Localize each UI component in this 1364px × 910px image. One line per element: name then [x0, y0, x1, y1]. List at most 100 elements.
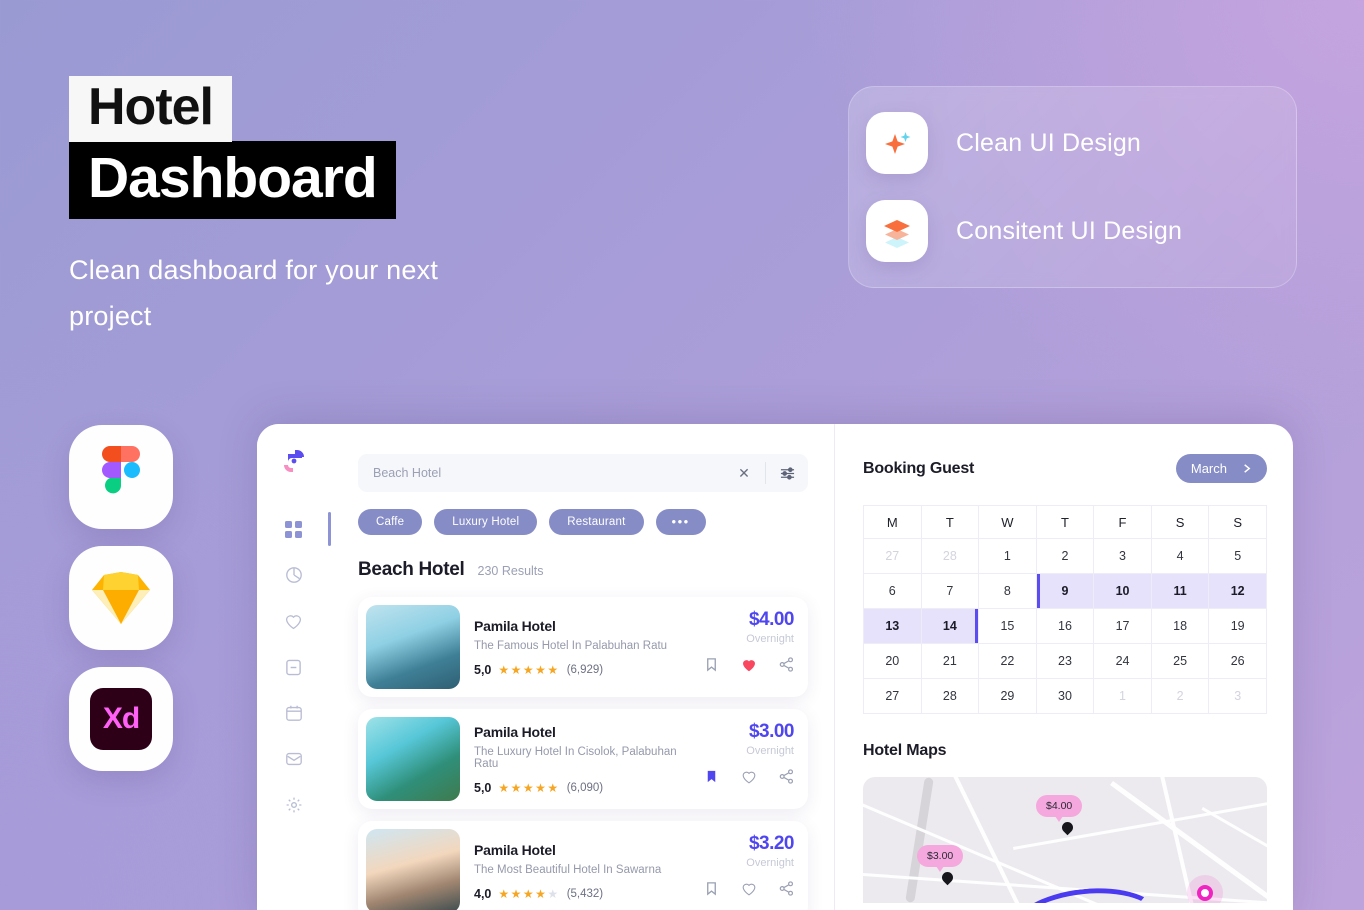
- favorite-icon[interactable]: [741, 881, 757, 897]
- sliders-icon[interactable]: [774, 466, 800, 481]
- hotel-price-block: $3.20 Overnight: [704, 829, 795, 897]
- hotel-thumbnail: [366, 717, 460, 801]
- hotel-rating: 5,0: [474, 780, 492, 795]
- chip-more-button[interactable]: •••: [655, 509, 706, 535]
- hotel-rating-row: 4,0 ★★★★★ (5,432): [474, 887, 690, 901]
- search-bar[interactable]: Beach Hotel ✕: [358, 454, 808, 492]
- month-label: March: [1190, 461, 1227, 476]
- calendar-day-selected[interactable]: 9: [1035, 573, 1095, 609]
- chip-luxury-hotel[interactable]: Luxury Hotel: [434, 509, 538, 535]
- figma-logo: [69, 425, 173, 529]
- bookmark-icon[interactable]: [704, 657, 719, 673]
- calendar-day[interactable]: 15: [978, 608, 1037, 644]
- hotel-info: Pamila Hotel The Most Beautiful Hotel In…: [474, 842, 690, 901]
- calendar-day[interactable]: 25: [1150, 643, 1210, 679]
- bookmark-icon[interactable]: [704, 769, 719, 785]
- sidebar-item-favorites[interactable]: [272, 604, 316, 638]
- calendar-day[interactable]: 1: [1093, 678, 1152, 714]
- hotel-card[interactable]: Pamila Hotel The Most Beautiful Hotel In…: [358, 821, 808, 910]
- calendar-day[interactable]: 20: [863, 643, 922, 679]
- calendar-day[interactable]: 1: [978, 538, 1037, 574]
- calendar-weekday: T: [1035, 505, 1095, 539]
- calendar-day[interactable]: 19: [1208, 608, 1267, 644]
- calendar-day-selected[interactable]: 10: [1093, 573, 1152, 609]
- calendar-day[interactable]: 2: [1035, 538, 1095, 574]
- share-icon[interactable]: [779, 657, 794, 673]
- hotel-thumbnail: [366, 605, 460, 689]
- calendar-day[interactable]: 2: [1150, 678, 1210, 714]
- calendar-day-selected[interactable]: 11: [1150, 573, 1210, 609]
- hotel-map[interactable]: $4.00 $3.00: [863, 777, 1267, 903]
- calendar-day[interactable]: 30: [1035, 678, 1095, 714]
- calendar-day-selected[interactable]: 12: [1208, 573, 1267, 609]
- calendar-day-selected[interactable]: 13: [863, 608, 922, 644]
- share-icon[interactable]: [779, 881, 794, 897]
- hotel-card[interactable]: Pamila Hotel The Luxury Hotel In Cisolok…: [358, 709, 808, 809]
- dashboard-window: Beach Hotel ✕ Caffe Luxury Hotel Restaur…: [257, 424, 1293, 910]
- month-selector-button[interactable]: March: [1175, 454, 1267, 483]
- map-pin-icon[interactable]: [939, 869, 956, 886]
- hotel-rating: 5,0: [474, 662, 492, 677]
- calendar-day[interactable]: 8: [978, 573, 1037, 609]
- share-icon[interactable]: [779, 769, 794, 785]
- app-logo[interactable]: [279, 446, 309, 476]
- calendar-day[interactable]: 4: [1150, 538, 1210, 574]
- calendar-day[interactable]: 18: [1150, 608, 1210, 644]
- booking-header: Booking Guest March: [863, 454, 1267, 483]
- calendar-day[interactable]: 5: [1208, 538, 1267, 574]
- calendar-weekday: F: [1093, 505, 1152, 539]
- chip-restaurant[interactable]: Restaurant: [549, 509, 644, 535]
- chip-caffe[interactable]: Caffe: [358, 509, 423, 535]
- search-input[interactable]: Beach Hotel: [373, 466, 727, 480]
- calendar-day[interactable]: 26: [1208, 643, 1267, 679]
- calendar-day[interactable]: 29: [978, 678, 1037, 714]
- hero-title-line1: Hotel: [69, 76, 232, 142]
- calendar-day[interactable]: 28: [920, 538, 980, 574]
- calendar-day[interactable]: 21: [920, 643, 980, 679]
- mail-icon: [285, 750, 303, 768]
- calendar-day[interactable]: 7: [920, 573, 980, 609]
- calendar-day[interactable]: 16: [1035, 608, 1095, 644]
- hotel-price: $3.20: [748, 833, 795, 854]
- calendar-day[interactable]: 17: [1093, 608, 1152, 644]
- sparkle-icon: [866, 112, 928, 174]
- calendar-day[interactable]: 22: [978, 643, 1037, 679]
- search-divider: [765, 462, 766, 484]
- results-header: Beach Hotel 230 Results: [358, 559, 808, 581]
- calendar-week-row: 6 7 8 9 10 11 12: [863, 573, 1267, 609]
- calendar-day[interactable]: 24: [1093, 643, 1152, 679]
- favorite-icon[interactable]: [741, 657, 757, 673]
- calendar-weekday: S: [1208, 505, 1267, 539]
- calendar-day[interactable]: 6: [863, 573, 922, 609]
- filter-chips: Caffe Luxury Hotel Restaurant •••: [358, 509, 808, 535]
- close-icon[interactable]: ✕: [731, 465, 757, 482]
- hotel-review-count: (5,432): [566, 887, 604, 900]
- map-pin-icon[interactable]: [1059, 819, 1076, 836]
- sidebar-item-notes[interactable]: [272, 650, 316, 684]
- calendar-day[interactable]: 3: [1093, 538, 1152, 574]
- calendar-day-selected[interactable]: 14: [920, 608, 980, 644]
- location-dot-icon[interactable]: [1197, 885, 1213, 901]
- map-river: [905, 777, 934, 903]
- map-price-marker[interactable]: $3.00: [917, 845, 964, 872]
- sidebar-item-dashboard[interactable]: [272, 512, 331, 546]
- calendar-day[interactable]: 28: [920, 678, 980, 714]
- map-road: [1201, 807, 1267, 870]
- bookmark-icon[interactable]: [704, 881, 719, 897]
- calendar-day[interactable]: 27: [863, 678, 922, 714]
- sidebar-item-analytics[interactable]: [272, 558, 316, 592]
- favorite-icon[interactable]: [741, 769, 757, 785]
- map-price-marker[interactable]: $4.00: [1036, 795, 1083, 822]
- sidebar-item-settings[interactable]: [272, 788, 316, 822]
- sidebar-item-mail[interactable]: [272, 742, 316, 776]
- calendar-weekday: T: [920, 505, 980, 539]
- feature-item-clean-ui: Clean UI Design: [866, 112, 1296, 174]
- sketch-logo: [69, 546, 173, 650]
- booking-calendar[interactable]: M T W T F S S 27 28 1 2 3 4 5 6 7 8 9 10…: [863, 505, 1267, 714]
- sidebar-item-calendar[interactable]: [272, 696, 316, 730]
- hotel-card[interactable]: Pamila Hotel The Famous Hotel In Palabuh…: [358, 597, 808, 697]
- calendar-day[interactable]: 23: [1035, 643, 1095, 679]
- sidebar: [257, 424, 331, 910]
- calendar-day[interactable]: 27: [863, 538, 922, 574]
- calendar-day[interactable]: 3: [1208, 678, 1267, 714]
